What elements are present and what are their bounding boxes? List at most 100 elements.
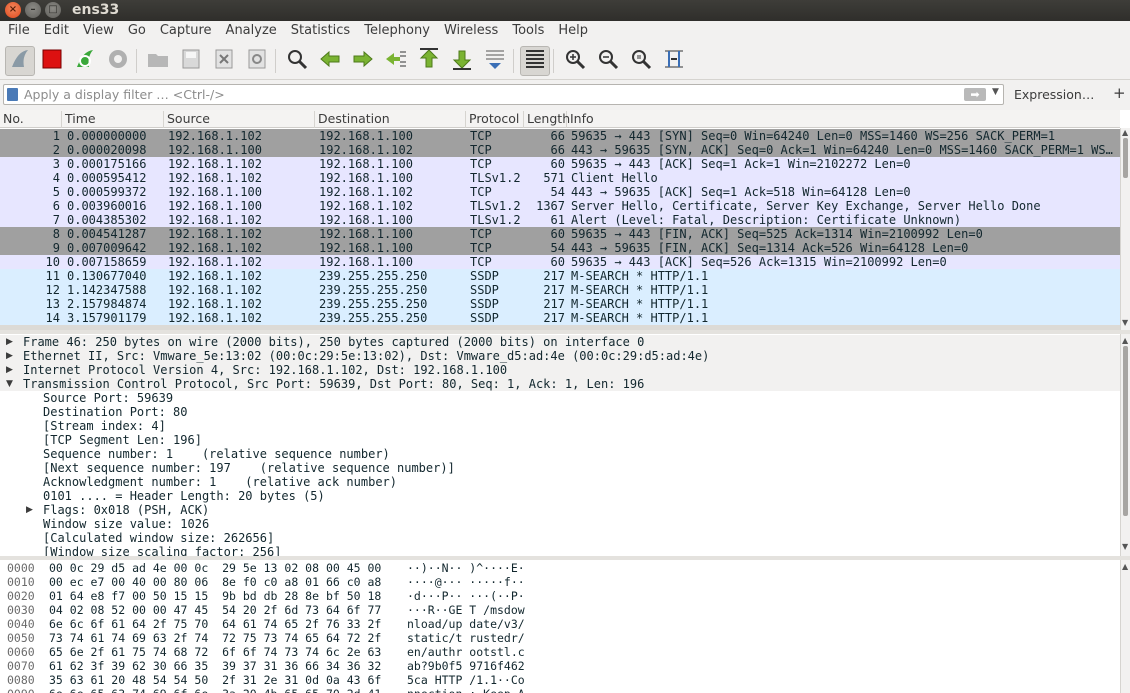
bytes-row[interactable]: 0060 65 6e 2f 61 75 74 68 72 6f 6f 74 73 … bbox=[0, 645, 1120, 659]
detail-row[interactable]: [Window size scaling factor: 256] bbox=[0, 545, 1120, 556]
search-button[interactable] bbox=[282, 46, 312, 76]
stop-button[interactable] bbox=[37, 46, 67, 76]
packet-row[interactable]: 3 0.000175166 192.168.1.102 192.168.1.100 TC… bbox=[0, 157, 1120, 171]
collapsed-triangle-icon[interactable]: ▶ bbox=[6, 335, 13, 349]
collapsed-triangle-icon[interactable]: ▶ bbox=[6, 349, 13, 363]
bytes-row[interactable]: 0050 73 74 61 74 69 63 2f 74 72 75 73 74 … bbox=[0, 631, 1120, 645]
gear-button[interactable] bbox=[103, 46, 133, 76]
bytes-scrollbar[interactable]: ▲ bbox=[1120, 560, 1130, 693]
menu-view[interactable]: View bbox=[75, 21, 120, 38]
collapsed-triangle-icon[interactable]: ▶ bbox=[26, 503, 33, 517]
column-header-time[interactable]: Time bbox=[62, 111, 164, 128]
bytes-row[interactable]: 0040 6e 6c 6f 61 64 2f 75 70 64 61 74 65 … bbox=[0, 617, 1120, 631]
scroll-up-icon[interactable]: ▲ bbox=[1122, 336, 1128, 345]
detail-row[interactable]: [Calculated window size: 262656] bbox=[0, 531, 1120, 545]
save-button[interactable] bbox=[176, 46, 206, 76]
zoom-reset-button[interactable] bbox=[626, 46, 656, 76]
detail-row[interactable]: Source Port: 59639 bbox=[0, 391, 1120, 405]
go-back-button[interactable] bbox=[315, 46, 345, 76]
apply-filter-arrow-icon[interactable]: ➡ bbox=[964, 88, 986, 101]
bytes-row[interactable]: 0010 00 ec e7 00 40 00 80 06 8e f0 c0 a8 … bbox=[0, 575, 1120, 589]
detail-row[interactable]: Acknowledgment number: 1 (relative ack n… bbox=[0, 475, 1120, 489]
detail-row[interactable]: ▶ Frame 46: 250 bytes on wire (2000 bits)… bbox=[0, 335, 1120, 349]
packet-row[interactable]: 4 0.000595412 192.168.1.102 192.168.1.100 TL… bbox=[0, 171, 1120, 185]
reload-button[interactable] bbox=[242, 46, 272, 76]
go-forward-button[interactable] bbox=[348, 46, 378, 76]
add-filter-button[interactable]: + bbox=[1113, 84, 1126, 102]
detail-row[interactable]: [Next sequence number: 197 (relative seq… bbox=[0, 461, 1120, 475]
filter-history-dropdown-icon[interactable]: ▼ bbox=[992, 87, 999, 97]
packet-row[interactable]: 12 1.142347588 192.168.1.102 239.255.255.25… bbox=[0, 283, 1120, 297]
column-header-no[interactable]: No. bbox=[0, 111, 62, 128]
scroll-up-icon[interactable]: ▲ bbox=[1122, 128, 1128, 137]
packet-row[interactable]: 2 0.000020098 192.168.1.100 192.168.1.102 TC… bbox=[0, 143, 1120, 157]
detail-row[interactable]: Destination Port: 80 bbox=[0, 405, 1120, 419]
detail-row[interactable]: [Stream index: 4] bbox=[0, 419, 1120, 433]
bytes-row[interactable]: 0020 01 64 e8 f7 00 50 15 15 9b bd db 28 … bbox=[0, 589, 1120, 603]
packet-row[interactable]: 11 0.130677040 192.168.1.102 239.255.255.25… bbox=[0, 269, 1120, 283]
packet-row[interactable]: 10 0.007158659 192.168.1.102 192.168.1.100 T… bbox=[0, 255, 1120, 269]
bytes-row[interactable]: 0080 35 63 61 20 48 54 54 50 2f 31 2e 31 … bbox=[0, 673, 1120, 687]
close-file-button[interactable] bbox=[209, 46, 239, 76]
detail-row[interactable]: 0101 .... = Header Length: 20 bytes (5) bbox=[0, 489, 1120, 503]
details-scrollbar[interactable]: ▲ ▼ bbox=[1120, 334, 1130, 556]
shark-fin-button[interactable] bbox=[5, 46, 35, 76]
zoom-in-button[interactable] bbox=[560, 46, 590, 76]
detail-row[interactable]: ▼ Transmission Control Protocol, Src Port… bbox=[0, 377, 1120, 391]
packet-row[interactable]: 8 0.004541287 192.168.1.102 192.168.1.100 TC… bbox=[0, 227, 1120, 241]
colorize-button[interactable] bbox=[520, 46, 550, 76]
scroll-down-icon[interactable]: ▼ bbox=[1122, 542, 1128, 551]
bytes-row[interactable]: 0090 6e 6e 65 63 74 69 6f 6e 3a 20 4b 65 … bbox=[0, 687, 1120, 693]
bytes-row[interactable]: 0070 61 62 3f 39 62 30 66 35 39 37 31 36 … bbox=[0, 659, 1120, 673]
scrollbar-thumb[interactable] bbox=[1123, 138, 1128, 178]
expanded-triangle-icon[interactable]: ▼ bbox=[6, 377, 13, 391]
detail-row[interactable]: Window size value: 1026 bbox=[0, 517, 1120, 531]
packet-list-scrollbar[interactable]: ▲ ▼ bbox=[1120, 128, 1130, 330]
menu-telephony[interactable]: Telephony bbox=[356, 21, 436, 38]
packet-row[interactable]: 14 3.157901179 192.168.1.102 239.255.255.25… bbox=[0, 311, 1120, 325]
detail-row[interactable]: ▶ Flags: 0x018 (PSH, ACK) bbox=[0, 503, 1120, 517]
window-maximize-button[interactable]: □ bbox=[45, 2, 61, 18]
collapsed-triangle-icon[interactable]: ▶ bbox=[6, 363, 13, 377]
window-minimize-button[interactable]: – bbox=[25, 2, 41, 18]
packet-row[interactable]: 1 0.000000000 192.168.1.102 192.168.1.100 TC… bbox=[0, 129, 1120, 143]
zoom-out-button[interactable] bbox=[593, 46, 623, 76]
scroll-up-icon[interactable]: ▲ bbox=[1122, 562, 1128, 571]
filter-bookmark-icon[interactable] bbox=[7, 88, 18, 101]
autoscroll-button[interactable] bbox=[480, 46, 510, 76]
packet-row[interactable]: 5 0.000599372 192.168.1.100 192.168.1.102 TC… bbox=[0, 185, 1120, 199]
column-header-protocol[interactable]: Protocol bbox=[466, 111, 524, 128]
display-filter-input[interactable] bbox=[24, 86, 954, 103]
resize-columns-button[interactable] bbox=[659, 46, 689, 76]
menu-go[interactable]: Go bbox=[120, 21, 152, 38]
detail-row[interactable]: Sequence number: 1 (relative sequence nu… bbox=[0, 447, 1120, 461]
last-packet-button[interactable] bbox=[447, 46, 477, 76]
restart-button[interactable] bbox=[70, 46, 100, 76]
detail-row[interactable]: [TCP Segment Len: 196] bbox=[0, 433, 1120, 447]
packet-row[interactable]: 13 2.157984874 192.168.1.102 239.255.255.25… bbox=[0, 297, 1120, 311]
packet-row[interactable]: 7 0.004385302 192.168.1.102 192.168.1.100 TL… bbox=[0, 213, 1120, 227]
column-header-length[interactable]: Length bbox=[524, 111, 570, 128]
menu-wireless[interactable]: Wireless bbox=[436, 21, 504, 38]
menu-analyze[interactable]: Analyze bbox=[218, 21, 283, 38]
column-header-info[interactable]: Info bbox=[567, 111, 1120, 128]
menu-capture[interactable]: Capture bbox=[152, 21, 218, 38]
expression-button[interactable]: Expression… bbox=[1014, 87, 1094, 102]
detail-row[interactable]: ▶ Ethernet II, Src: Vmware_5e:13:02 (00:0… bbox=[0, 349, 1120, 363]
menu-file[interactable]: File bbox=[0, 21, 36, 38]
first-packet-button[interactable] bbox=[414, 46, 444, 76]
packet-row[interactable]: 6 0.003960016 192.168.1.100 192.168.1.102 TL… bbox=[0, 199, 1120, 213]
column-header-source[interactable]: Source bbox=[164, 111, 315, 128]
bytes-row[interactable]: 0030 04 02 08 52 00 00 47 45 54 20 2f 6d … bbox=[0, 603, 1120, 617]
detail-row[interactable]: ▶ Internet Protocol Version 4, Src: 192.1… bbox=[0, 363, 1120, 377]
scrollbar-thumb[interactable] bbox=[1123, 346, 1128, 516]
window-close-button[interactable]: × bbox=[5, 2, 21, 18]
menu-statistics[interactable]: Statistics bbox=[283, 21, 356, 38]
open-folder-button[interactable] bbox=[143, 46, 173, 76]
column-header-destination[interactable]: Destination bbox=[315, 111, 466, 128]
menu-tools[interactable]: Tools bbox=[504, 21, 550, 38]
scroll-down-icon[interactable]: ▼ bbox=[1122, 318, 1128, 327]
go-to-packet-button[interactable] bbox=[381, 46, 411, 76]
menu-edit[interactable]: Edit bbox=[36, 21, 75, 38]
packet-row[interactable]: 9 0.007009642 192.168.1.102 192.168.1.100 TC… bbox=[0, 241, 1120, 255]
